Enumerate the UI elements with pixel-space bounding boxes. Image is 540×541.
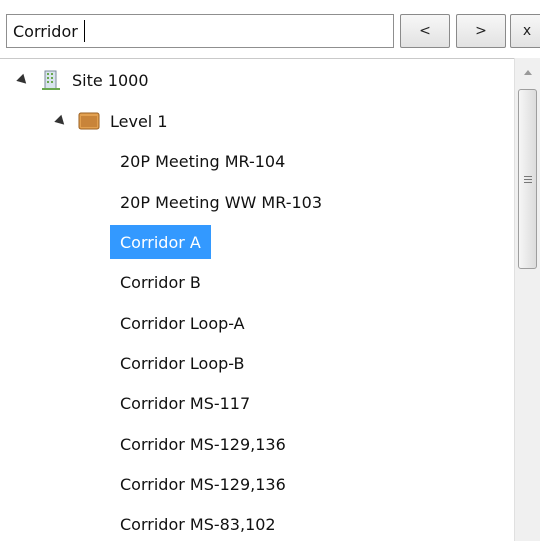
expanded-triangle-icon[interactable] [16, 73, 30, 87]
folder-icon [78, 110, 100, 132]
scroll-up-arrow-icon[interactable] [524, 70, 532, 75]
scrollbar-thumb[interactable] [518, 89, 537, 269]
vertical-scrollbar[interactable] [514, 58, 540, 541]
tree-node-level[interactable]: Level 1 [54, 105, 168, 137]
search-toolbar: Corridor < > x [0, 0, 540, 60]
tree-leaf-item-selected[interactable]: Corridor A [110, 225, 211, 259]
tree-leaf-label: Corridor MS-129,136 [120, 434, 286, 454]
location-tree-panel: Corridor < > x Site 1000 Level 1 20P Mee… [0, 0, 540, 541]
previous-match-label: < [419, 23, 431, 39]
tree-leaf-item[interactable]: Corridor B [110, 265, 211, 299]
previous-match-button[interactable]: < [400, 14, 450, 48]
tree-leaf-item[interactable]: Corridor MS-129,136 [110, 427, 296, 461]
tree-view: Site 1000 Level 1 20P Meeting MR-104 20P… [0, 58, 514, 541]
tree-leaf-label: 20P Meeting MR-104 [120, 151, 286, 171]
expanded-triangle-icon[interactable] [54, 114, 68, 128]
tree-leaf-item[interactable]: Corridor Loop-A [110, 306, 255, 340]
tree-node-site[interactable]: Site 1000 [16, 64, 149, 96]
tree-leaf-label: Corridor B [120, 272, 201, 292]
building-icon [40, 69, 62, 91]
tree-leaf-label: Corridor A [120, 232, 201, 252]
tree-leaf-label: Corridor MS-117 [120, 393, 251, 413]
clear-search-button[interactable]: x [510, 14, 540, 48]
grip-line [524, 179, 532, 180]
tree-leaf-label: Corridor MS-83,102 [120, 514, 276, 534]
site-label: Site 1000 [72, 70, 149, 90]
tree-leaf-item[interactable]: Corridor Loop-B [110, 346, 254, 380]
next-match-button[interactable]: > [456, 14, 506, 48]
tree-leaf-label: Corridor Loop-B [120, 353, 245, 373]
tree-leaf-item[interactable]: 20P Meeting MR-104 [110, 144, 295, 178]
next-match-label: > [475, 23, 487, 39]
tree-leaf-label: Corridor Loop-A [120, 313, 245, 333]
tree-leaf-item[interactable]: Corridor MS-117 [110, 386, 260, 420]
tree-leaf-label: Corridor MS-129,136 [120, 474, 286, 494]
search-input-value: Corridor [13, 21, 78, 41]
tree-leaf-label: 20P Meeting WW MR-103 [120, 192, 322, 212]
level-label: Level 1 [110, 111, 168, 131]
text-caret [83, 20, 85, 42]
grip-line [524, 176, 532, 177]
grip-line [524, 182, 532, 183]
tree-leaf-item[interactable]: Corridor MS-83,102 [110, 507, 286, 541]
clear-search-label: x [522, 23, 532, 39]
search-input[interactable]: Corridor [6, 14, 394, 48]
tree-leaf-item[interactable]: 20P Meeting WW MR-103 [110, 185, 332, 219]
tree-leaf-item[interactable]: Corridor MS-129,136 [110, 467, 296, 501]
